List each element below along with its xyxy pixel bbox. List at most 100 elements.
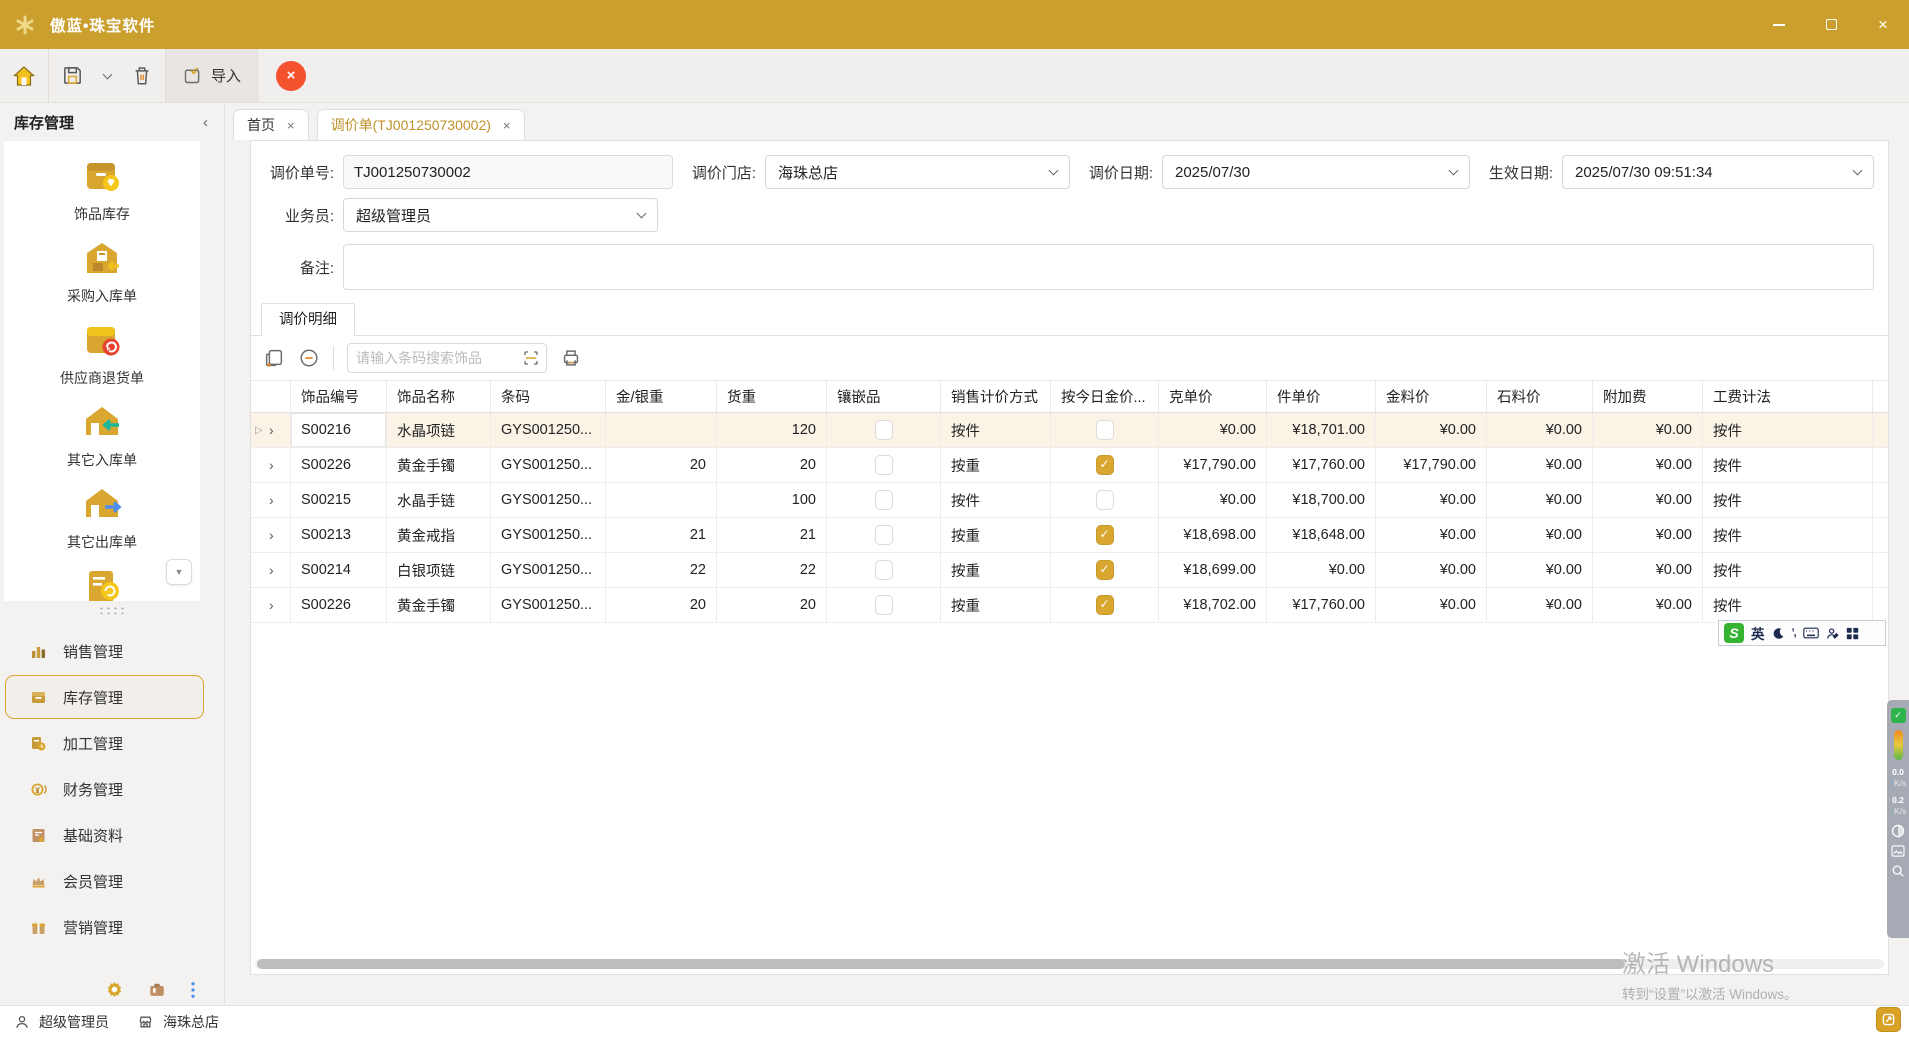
column-header-barcode[interactable]: 条码: [491, 381, 606, 412]
table-row[interactable]: ›S00226黄金手镯GYS001250...2020按重¥17,790.00¥…: [251, 448, 1888, 483]
maximize-button[interactable]: [1805, 0, 1857, 49]
column-header-gold-silver-weight[interactable]: 金/银重: [606, 381, 717, 412]
sidebar-item-other-inbound[interactable]: 其它入库单: [4, 399, 200, 481]
delete-button[interactable]: [119, 49, 165, 102]
today-gold-price-checkbox[interactable]: [1096, 595, 1114, 615]
cell-sale-pricing-method[interactable]: 按重: [941, 518, 1051, 552]
cell-gram-unit-price[interactable]: ¥18,702.00: [1159, 588, 1267, 622]
cell-stone-material-price[interactable]: ¥0.00: [1487, 448, 1593, 482]
inlay-checkbox[interactable]: [875, 525, 893, 545]
tab-price-detail[interactable]: 调价明细: [261, 303, 355, 337]
cell-stone-material-price[interactable]: ¥0.00: [1487, 483, 1593, 517]
close-form-button[interactable]: ×: [276, 61, 306, 91]
save-button[interactable]: [49, 49, 96, 102]
cell-item-name[interactable]: 黄金手镯: [387, 588, 491, 622]
menu-item-inventory[interactable]: 库存管理: [5, 675, 204, 719]
cell-goods-weight[interactable]: 20: [717, 448, 827, 482]
cell-barcode[interactable]: GYS001250...: [491, 448, 606, 482]
row-expander[interactable]: ▷›: [251, 413, 291, 447]
column-header-gram-unit-price[interactable]: 克单价: [1159, 381, 1267, 412]
tab-close-icon[interactable]: ×: [503, 118, 511, 133]
search-magnifier-icon[interactable]: [1891, 864, 1905, 878]
menu-item-finance[interactable]: 财务管理: [5, 767, 204, 811]
ime-moon-icon[interactable]: [1772, 627, 1785, 640]
settings-gear-icon[interactable]: [105, 980, 124, 999]
cell-gram-unit-price[interactable]: ¥0.00: [1159, 413, 1267, 447]
menu-item-marketing[interactable]: 营销管理: [5, 905, 204, 949]
cell-gram-unit-price[interactable]: ¥18,699.00: [1159, 553, 1267, 587]
expand-chevron-icon[interactable]: ›: [269, 457, 274, 473]
cell-stone-material-price[interactable]: ¥0.00: [1487, 553, 1593, 587]
column-header-item-code[interactable]: 饰品编号: [291, 381, 387, 412]
cell-gold-material-price[interactable]: ¥0.00: [1376, 553, 1487, 587]
cell-gold-material-price[interactable]: ¥0.00: [1376, 413, 1487, 447]
row-expander[interactable]: ›: [251, 448, 291, 482]
cell-goods-weight[interactable]: 21: [717, 518, 827, 552]
print-icon[interactable]: [560, 347, 582, 369]
menu-item-basedata[interactable]: 基础资料: [5, 813, 204, 857]
expand-chevron-icon[interactable]: ›: [269, 597, 274, 613]
cell-barcode[interactable]: GYS001250...: [491, 483, 606, 517]
sidebar-item-purchase-inbound[interactable]: 采购入库单: [4, 235, 200, 317]
cell-goods-weight[interactable]: 100: [717, 483, 827, 517]
cell-gram-unit-price[interactable]: ¥18,698.00: [1159, 518, 1267, 552]
more-dots-icon[interactable]: [190, 981, 196, 999]
column-header-labor-fee-method[interactable]: 工费计法: [1703, 381, 1873, 412]
cell-gram-unit-price[interactable]: ¥0.00: [1159, 483, 1267, 517]
barcode-searchbox[interactable]: [347, 343, 547, 373]
cell-stone-material-price[interactable]: ¥0.00: [1487, 518, 1593, 552]
cell-goods-weight[interactable]: 22: [717, 553, 827, 587]
cell-item-name[interactable]: 黄金手镯: [387, 448, 491, 482]
cell-labor-fee-method[interactable]: 按件: [1703, 483, 1873, 517]
ime-punctuation-mode[interactable]: ’,: [1792, 627, 1796, 639]
cell-gold-material-price[interactable]: ¥0.00: [1376, 483, 1487, 517]
expand-chevron-icon[interactable]: ›: [269, 492, 274, 508]
tab-close-icon[interactable]: ×: [287, 118, 295, 133]
inlay-checkbox[interactable]: [875, 560, 893, 580]
copy-add-icon[interactable]: [263, 347, 285, 369]
inlay-checkbox[interactable]: [875, 455, 893, 475]
inlay-checkbox[interactable]: [875, 420, 893, 440]
security-float-widget[interactable]: ✓ 0.0↑K/s 0.2↓K/s: [1887, 700, 1909, 938]
row-expander[interactable]: ›: [251, 588, 291, 622]
briefcase-icon[interactable]: [148, 981, 166, 999]
inlay-checkbox[interactable]: [875, 595, 893, 615]
save-dropdown-button[interactable]: [96, 49, 119, 102]
cell-item-code[interactable]: S00226: [291, 448, 387, 482]
minimize-button[interactable]: [1753, 0, 1805, 49]
cell-piece-unit-price[interactable]: ¥18,700.00: [1267, 483, 1376, 517]
cell-sale-pricing-method[interactable]: 按重: [941, 588, 1051, 622]
scrollbar-thumb[interactable]: [257, 959, 1625, 969]
ime-language-mode[interactable]: 英: [1751, 623, 1765, 643]
import-button[interactable]: 导入: [166, 49, 257, 102]
cell-piece-unit-price[interactable]: ¥18,701.00: [1267, 413, 1376, 447]
store-select[interactable]: 海珠总店: [765, 155, 1070, 189]
column-header-goods-weight[interactable]: 货重: [717, 381, 827, 412]
ime-grid-icon[interactable]: [1846, 627, 1859, 640]
ime-logo-icon[interactable]: S: [1724, 623, 1744, 643]
table-row[interactable]: ›S00226黄金手镯GYS001250...2020按重¥18,702.00¥…: [251, 588, 1888, 623]
ime-toolbar[interactable]: S 英 ’,: [1718, 620, 1886, 646]
clerk-select[interactable]: 超级管理员: [343, 198, 658, 232]
cell-addon-fee[interactable]: ¥0.00: [1593, 448, 1703, 482]
expand-chevron-icon[interactable]: ›: [269, 562, 274, 578]
cell-gold-material-price[interactable]: ¥0.00: [1376, 588, 1487, 622]
cell-sale-pricing-method[interactable]: 按件: [941, 413, 1051, 447]
sidebar-item-other-outbound[interactable]: 其它出库单: [4, 481, 200, 563]
corner-assistant-button[interactable]: [1876, 1007, 1901, 1032]
table-row[interactable]: ›S00215水晶手链GYS001250...100按件¥0.00¥18,700…: [251, 483, 1888, 518]
cell-sale-pricing-method[interactable]: 按重: [941, 553, 1051, 587]
barcode-scan-icon[interactable]: [522, 349, 540, 367]
today-gold-price-checkbox[interactable]: [1096, 420, 1114, 440]
cell-item-code[interactable]: S00216: [291, 413, 387, 447]
column-header-piece-unit-price[interactable]: 件单价: [1267, 381, 1376, 412]
table-row[interactable]: ›S00213黄金戒指GYS001250...2121按重¥18,698.00¥…: [251, 518, 1888, 553]
cell-labor-fee-method[interactable]: 按件: [1703, 588, 1873, 622]
cell-piece-unit-price[interactable]: ¥17,760.00: [1267, 588, 1376, 622]
cell-addon-fee[interactable]: ¥0.00: [1593, 518, 1703, 552]
cell-addon-fee[interactable]: ¥0.00: [1593, 553, 1703, 587]
screenshot-icon[interactable]: [1891, 845, 1905, 857]
cell-goods-weight[interactable]: 20: [717, 588, 827, 622]
row-expander[interactable]: ›: [251, 518, 291, 552]
cell-stone-material-price[interactable]: ¥0.00: [1487, 588, 1593, 622]
